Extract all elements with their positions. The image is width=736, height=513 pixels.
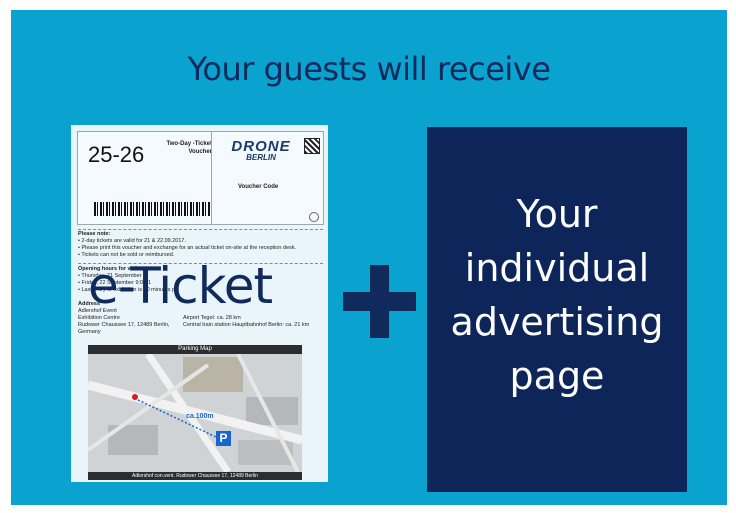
voucher-code-label: Voucher Code: [238, 184, 279, 190]
ad-line: Your: [516, 192, 598, 236]
address-line: Germany: [78, 329, 101, 335]
note-line: • 2-day tickets are valid for 21 & 22.09…: [78, 238, 187, 244]
travel-line: Airport Tegel: ca. 28 km: [183, 315, 241, 321]
slide-background: Your guests will receive 25-26 Two-Day -…: [11, 10, 727, 505]
barcode-icon: [94, 202, 210, 216]
ticket-travel: Airport Tegel: ca. 28 km Central train s…: [183, 315, 323, 329]
travel-line: Central train station Hauptbahnhof Berli…: [183, 322, 310, 328]
address-line: Exhibition Centre: [78, 315, 120, 321]
qr-code-icon: [304, 138, 320, 154]
headline: Your guests will receive: [187, 50, 551, 88]
ad-line: advertising: [450, 300, 664, 344]
ad-line: page: [509, 354, 605, 398]
map-title: Parking Map: [88, 345, 302, 354]
ticket-rule: [78, 229, 323, 230]
note-line: • Please print this voucher and exchange…: [78, 245, 297, 251]
ad-line: individual: [464, 246, 650, 290]
ticket-header: 25-26 Two-Day -Ticket Voucher DRONE BERL…: [77, 131, 324, 225]
seal-icon: [309, 212, 319, 222]
ticket-number: 25-26: [88, 142, 145, 167]
map-distance: ca.100m: [186, 413, 214, 420]
ticket-type-line2: Voucher: [188, 149, 212, 155]
eticket-label: e-Ticket: [88, 257, 273, 315]
parking-icon: P: [216, 431, 231, 446]
parking-map: Parking Map ca.100m P Adlershof con.vent…: [88, 345, 302, 480]
notes-title: Please note:: [78, 231, 111, 237]
plus-icon: [343, 265, 416, 338]
advertising-page-box: Your individual advertising page: [427, 127, 687, 492]
drone-berlin-logo: DRONE BERLIN: [226, 138, 296, 162]
ticket-type-line1: Two-Day -Ticket: [166, 141, 212, 147]
map-footer: Adlershof con.vent. Rudower Chaussee 17,…: [88, 472, 302, 480]
address-line: Rudower Chaussee 17, 12489 Berlin,: [78, 322, 170, 328]
ticket-type: Two-Day -Ticket Voucher: [152, 140, 212, 156]
advertising-text: Your individual advertising page: [427, 187, 687, 403]
ticket-divider: [211, 132, 212, 224]
ticket-notes: Please note: • 2-day tickets are valid f…: [78, 231, 323, 259]
